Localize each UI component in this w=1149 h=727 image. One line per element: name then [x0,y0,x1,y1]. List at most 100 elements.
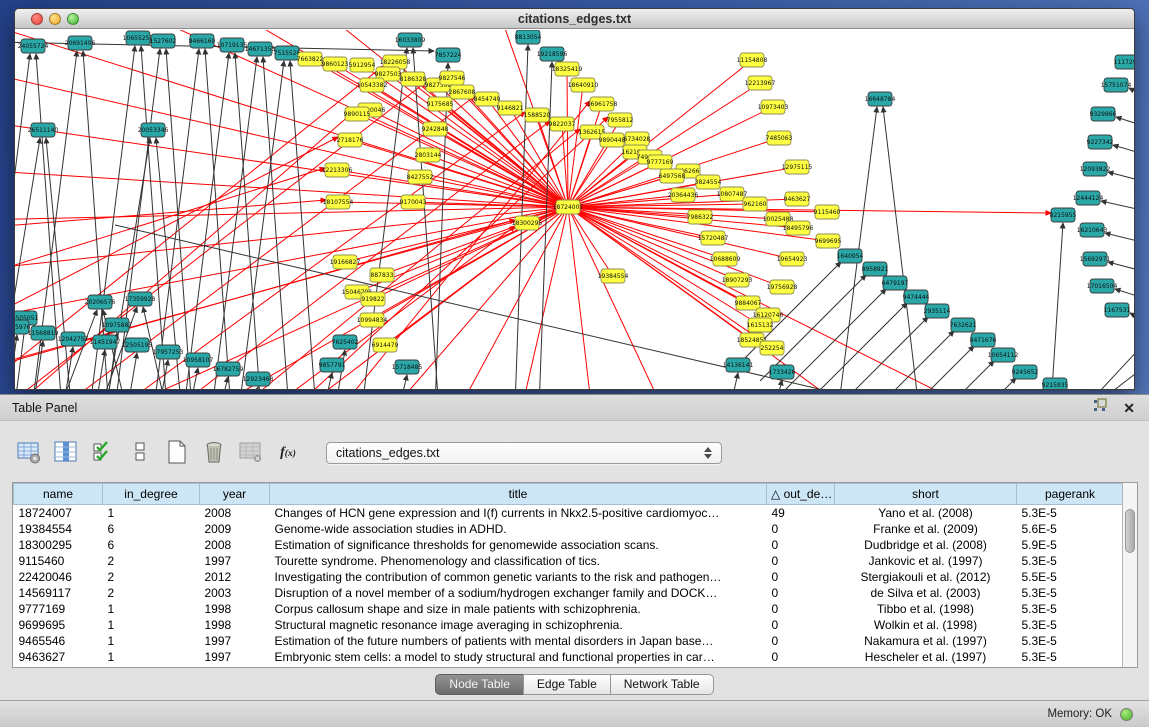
column-header-name[interactable]: name [14,484,103,505]
new-file-button[interactable] [162,438,192,468]
graph-node[interactable]: 6734028 [624,132,651,146]
graph-node[interactable]: 9170043 [400,195,427,209]
graph-node[interactable]: 12213967 [745,76,776,90]
table-cell[interactable]: 1997 [200,649,270,665]
graph-node[interactable]: 7485063 [766,131,793,145]
table-cell[interactable]: 1997 [200,633,270,649]
table-settings-button[interactable] [14,438,44,468]
graph-node[interactable]: 2935114 [924,304,951,318]
graph-node[interactable]: 18495796 [783,221,814,235]
scrollbar-thumb[interactable] [1125,509,1135,553]
graph-node[interactable]: 10975887 [102,318,133,332]
graph-node[interactable]: 16210643 [1077,223,1108,237]
table-cell[interactable]: 2 [103,553,200,569]
table-cell[interactable]: 5.6E-5 [1017,521,1124,537]
graph-node[interactable]: 12923468 [243,372,274,386]
graph-node[interactable]: 5912954 [349,58,376,72]
table-cell[interactable]: 2012 [200,569,270,585]
graph-edge[interactable] [1108,262,1134,273]
graph-node[interactable]: 9827546 [439,71,466,85]
graph-node[interactable]: 16782759 [213,362,244,376]
table-cell[interactable]: Disruption of a novel member of a sodium… [270,585,767,601]
delete-table-button[interactable] [236,438,266,468]
table-cell[interactable]: 5.9E-5 [1017,537,1124,553]
graph-node[interactable]: 1733426 [769,365,796,379]
graph-node[interactable]: 7955812 [607,113,634,127]
graph-node[interactable]: 20206576 [85,295,116,309]
graph-node[interactable]: 19218596 [537,47,568,61]
table-cell[interactable]: 2 [103,585,200,601]
graph-edge[interactable] [568,85,583,207]
graph-node[interactable]: 9146821 [497,101,524,115]
graph-node[interactable]: 19166827 [330,255,361,269]
table-cell[interactable]: 9777169 [14,601,103,617]
table-cell[interactable]: 18724007 [14,505,103,522]
graph-node[interactable]: 26511140 [28,123,59,137]
graph-node[interactable]: 18640910 [568,78,599,92]
graph-edge[interactable] [393,375,407,389]
graph-node[interactable]: 9215935 [1042,378,1069,389]
graph-edge[interactable] [1130,313,1134,324]
column-header-short[interactable]: short [835,484,1017,505]
graph-edge[interactable] [15,170,568,207]
table-row[interactable]: 2242004622012Investigating the contribut… [14,569,1124,585]
graph-node[interactable]: 8471676 [970,333,997,347]
graph-node[interactable]: 12505195 [122,338,153,352]
table-cell[interactable]: 2 [103,569,200,585]
table-cell[interactable]: 0 [767,569,835,585]
graph-edge[interactable] [1129,88,1134,99]
row-height-button[interactable] [125,438,155,468]
table-cell[interactable]: 18300295 [14,537,103,553]
graph-node[interactable]: 11568819 [28,326,59,340]
graph-node[interactable]: 1167531 [1104,303,1131,317]
table-row[interactable]: 1456911722003Disruption of a novel membe… [14,585,1124,601]
table-row[interactable]: 1872400712008Changes of HCN gene express… [14,505,1124,522]
graph-edge[interactable] [515,207,568,389]
graph-node[interactable]: 9329966 [1090,107,1117,121]
window-titlebar[interactable]: citations_edges.txt [15,9,1134,29]
graph-node[interactable]: 17957253 [153,345,184,359]
graph-edge[interactable] [345,207,568,262]
graph-edge[interactable] [337,170,568,207]
graph-edge[interactable] [434,63,448,389]
table-cell[interactable]: 9465546 [14,633,103,649]
graph-node[interactable]: 9463627 [784,192,811,206]
graph-node[interactable]: 8427552 [407,170,434,184]
graph-node[interactable]: 6479197 [882,276,909,290]
graph-edge[interactable] [568,207,675,389]
graph-edge[interactable] [1116,117,1134,128]
graph-node[interactable]: 16033809 [395,33,426,47]
graph-node[interactable]: 3824554 [695,175,722,189]
table-cell[interactable]: Yano et al. (2008) [835,505,1017,522]
table-cell[interactable]: 1 [103,649,200,665]
graph-node[interactable]: 8813054 [515,30,542,44]
graph-node[interactable]: 6914479 [372,338,399,352]
window-close-button[interactable] [31,13,43,25]
graph-edge[interactable] [350,140,568,207]
table-cell[interactable]: Investigating the contribution of common… [270,569,767,585]
graph-node[interactable]: 12042757 [58,332,89,346]
table-cell[interactable]: 5.3E-5 [1017,601,1124,617]
graph-node[interactable]: 9115460 [814,205,841,219]
graph-node[interactable]: 9242848 [422,122,449,136]
graph-node[interactable]: 10543382 [357,78,388,92]
graph-node[interactable]: 20691406 [65,36,96,50]
graph-node[interactable]: 11154808 [737,53,768,67]
table-cell[interactable]: Dudbridge et al. (2008) [835,537,1017,553]
graph-node[interactable]: 18300295 [512,216,543,230]
table-cell[interactable]: 6 [103,521,200,537]
graph-node[interactable]: 20053346 [138,123,169,137]
table-cell[interactable]: 14569117 [14,585,103,601]
table-cell[interactable]: 49 [767,505,835,522]
graph-node[interactable]: 10719135 [217,38,248,52]
graph-edge[interactable] [180,53,229,389]
table-cell[interactable]: 2008 [200,505,270,522]
graph-node[interactable]: 15720487 [698,231,729,245]
table-cell[interactable]: Corpus callosum shape and size in male p… [270,601,767,617]
table-cell[interactable]: 5.5E-5 [1017,569,1124,585]
table-cell[interactable]: Tourette syndrome. Phenomenology and cla… [270,553,767,569]
table-cell[interactable]: de Silva et al. (2003) [835,585,1017,601]
graph-node[interactable]: 1527602 [150,34,177,48]
table-row[interactable]: 946554611997Estimation of the future num… [14,633,1124,649]
tab-node-table[interactable]: Node Table [435,674,524,695]
